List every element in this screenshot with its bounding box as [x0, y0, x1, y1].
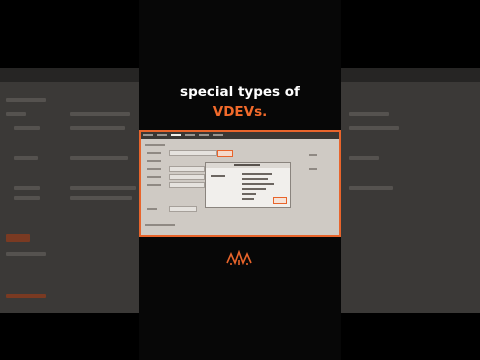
blurred-menubar — [341, 68, 480, 82]
form-label — [147, 160, 161, 162]
dialog-option[interactable] — [242, 183, 274, 185]
blurred-row — [349, 126, 399, 130]
form-field — [169, 206, 197, 212]
dialog-option[interactable] — [242, 173, 272, 175]
menu-item-active — [171, 134, 181, 136]
form-label — [145, 224, 175, 226]
menu-item — [199, 134, 209, 136]
form-button — [217, 150, 233, 157]
blurred-ui-right — [341, 68, 480, 313]
brand-logo-icon — [226, 250, 252, 266]
blurred-row — [70, 156, 128, 160]
form-field — [169, 166, 205, 172]
dialog-option[interactable] — [242, 193, 256, 195]
screenshot-menubar — [141, 132, 339, 139]
blurred-ui-left — [0, 68, 139, 313]
menu-item — [213, 134, 223, 136]
dialog-option[interactable] — [242, 188, 266, 190]
blurred-row — [349, 112, 389, 116]
form-field — [169, 174, 205, 180]
blurred-row — [70, 126, 125, 130]
dialog-title-bar — [206, 163, 290, 168]
dialog-option[interactable] — [242, 178, 268, 180]
menu-item — [157, 134, 167, 136]
blurred-row — [349, 156, 379, 160]
dialog-confirm-button[interactable] — [273, 197, 287, 204]
dialog-option[interactable] — [242, 198, 254, 200]
form-label — [147, 184, 161, 186]
form-label — [145, 144, 165, 146]
blurred-row — [14, 196, 40, 200]
blurred-row — [70, 186, 136, 190]
caption-line-2: VDEVs. — [212, 104, 268, 120]
blurred-row — [14, 186, 40, 190]
blurred-button — [6, 234, 30, 242]
blurred-row — [6, 294, 46, 298]
blurred-row — [6, 112, 26, 116]
video-frame: special types of VDEVs. — [0, 0, 480, 360]
form-label — [309, 168, 317, 170]
blurred-row — [6, 98, 46, 102]
form-label — [147, 152, 161, 154]
form-label — [147, 208, 157, 210]
menu-item — [143, 134, 153, 136]
form-field — [169, 182, 205, 188]
blurred-row — [349, 186, 393, 190]
form-label — [309, 154, 317, 156]
blurred-row — [14, 156, 38, 160]
dialog-label — [211, 175, 225, 177]
form-label — [147, 176, 161, 178]
form-field — [169, 150, 217, 156]
blurred-menubar — [0, 68, 139, 82]
blurred-row — [6, 252, 46, 256]
blurred-row — [70, 112, 130, 116]
vdev-type-dialog — [205, 162, 291, 208]
blurred-row — [70, 196, 132, 200]
form-label — [147, 168, 161, 170]
ui-screenshot — [139, 130, 341, 237]
blurred-row — [14, 126, 40, 130]
menu-item — [185, 134, 195, 136]
caption-line-1: special types of — [180, 84, 300, 100]
